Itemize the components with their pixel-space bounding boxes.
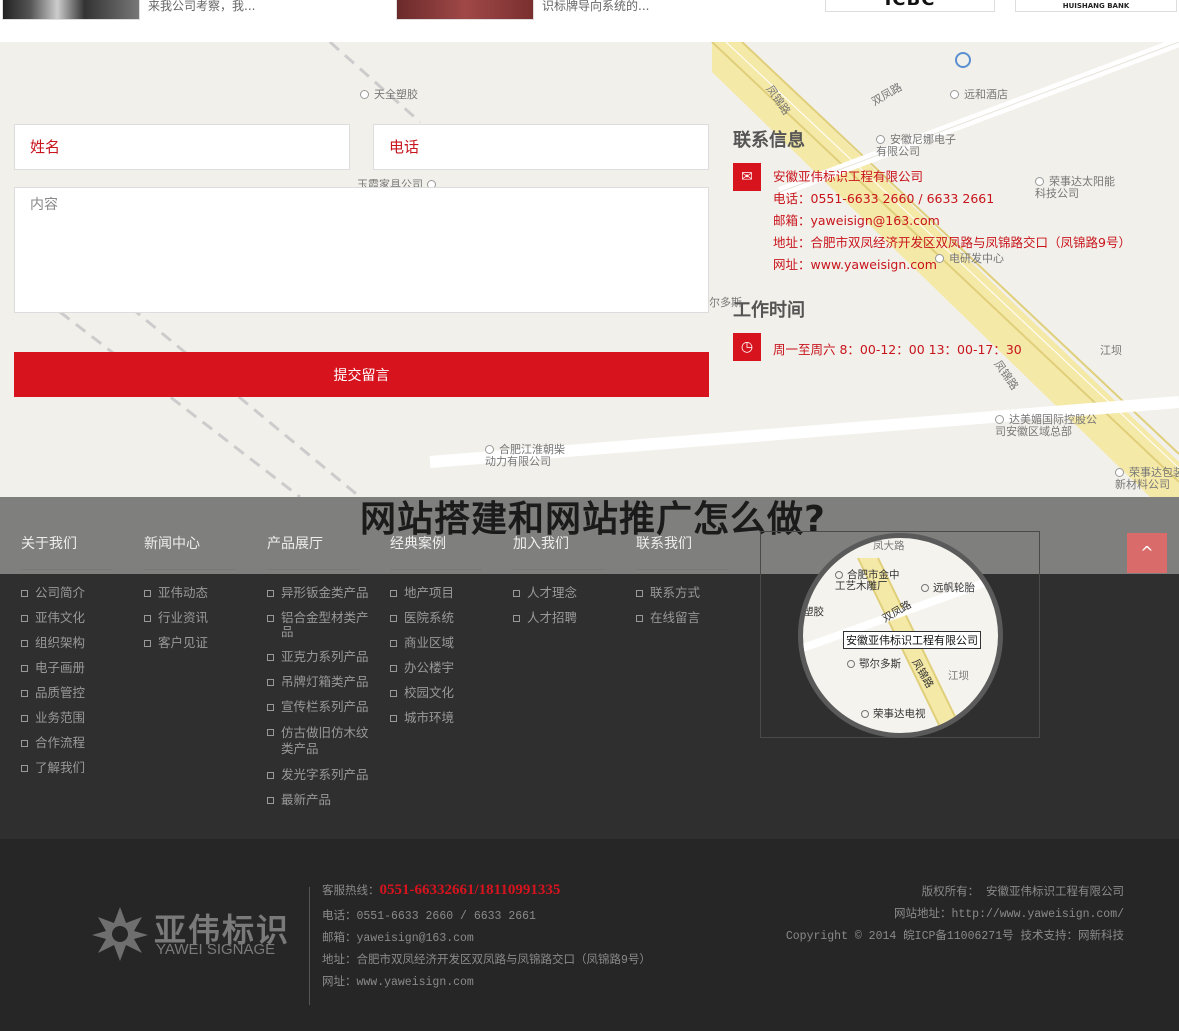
mini-map-label: 鄂尔多斯 bbox=[847, 656, 901, 671]
back-to-top-button[interactable]: ^ bbox=[1127, 533, 1167, 573]
footer-link[interactable]: 办公楼宇 bbox=[390, 661, 482, 675]
copyright-owner: 版权所有： 安徽亚伟标识工程有限公司 bbox=[921, 886, 1124, 899]
footer-link[interactable]: 电子画册 bbox=[21, 661, 113, 675]
map-poi-label: 江坝 bbox=[1100, 344, 1122, 357]
brand-name-en: YAWEI SIGNAGE bbox=[156, 941, 276, 958]
map-poi-label: 远和酒店 bbox=[950, 86, 1008, 102]
contact-info-title: 联系信息 bbox=[733, 130, 805, 151]
company-logo[interactable]: 亚伟标识 YAWEI SIGNAGE bbox=[92, 905, 292, 961]
contact-phone: 电话：0551-6633 2660 / 6633 2661 bbox=[773, 191, 995, 206]
work-hours: 周一至周六 8：00-12：00 13：00-17：30 bbox=[773, 342, 1022, 357]
icp-and-tech-support[interactable]: Copyright © 2014 皖ICP备11006271号 技术支持：网新科… bbox=[786, 927, 1124, 943]
case-thumbnail[interactable] bbox=[396, 0, 534, 20]
map-poi-label: 安徽尼娜电子有限公司 bbox=[876, 133, 956, 158]
footer-link[interactable]: 业务范围 bbox=[21, 711, 113, 725]
message-textarea[interactable] bbox=[14, 187, 709, 313]
map-poi-label: 达美媚国际控股公司安徽区域总部 bbox=[995, 413, 1097, 438]
hotline-number: 0551-66332661/18110991335 bbox=[379, 882, 561, 898]
mini-map-label: 江坝 bbox=[948, 670, 969, 682]
footer-link[interactable]: 地产项目 bbox=[390, 586, 482, 600]
footer-link[interactable]: 合作流程 bbox=[21, 736, 113, 750]
map-poi-label: 电研发中心 bbox=[935, 250, 1004, 266]
footer-link[interactable]: 行业资讯 bbox=[144, 611, 236, 625]
footer-col-contact: 联系我们 联系方式 在线留言 bbox=[636, 530, 728, 636]
footer-col-title[interactable]: 新闻中心 bbox=[144, 530, 236, 570]
footer-col-cases: 经典案例 地产项目 医院系统 商业区域 办公楼宇 校园文化 城市环境 bbox=[390, 530, 482, 736]
footer-link[interactable]: 人才理念 bbox=[513, 586, 605, 600]
mini-map-label: 远帆轮胎 bbox=[921, 580, 975, 595]
footer-col-news: 新闻中心 亚伟动态 行业资讯 客户见证 bbox=[144, 530, 236, 661]
footer-link[interactable]: 异形钣金类产品 bbox=[267, 586, 379, 600]
clock-icon: ◷ bbox=[733, 333, 761, 361]
mini-map-label: 塑胶 bbox=[803, 606, 824, 618]
footer-link[interactable]: 宣传栏系列产品 bbox=[267, 700, 379, 714]
footer-link[interactable]: 吊牌灯箱类产品 bbox=[267, 675, 379, 689]
footer-col-about: 关于我们 公司简介 亚伟文化 组织架构 电子画册 品质管控 业务范围 合作流程 … bbox=[21, 530, 113, 786]
contact-company: 安徽亚伟标识工程有限公司 bbox=[773, 169, 924, 184]
map-poi-label: 荣事达太阳能科技公司 bbox=[1035, 175, 1115, 200]
footer-link[interactable]: 仿古做旧仿木纹类产品 bbox=[267, 725, 379, 757]
case-snippet[interactable]: 来我公司考察，我... bbox=[148, 0, 255, 14]
mini-map-label: 荣事达电视 bbox=[861, 706, 926, 721]
footer-link[interactable]: 最新产品 bbox=[267, 793, 379, 807]
footer-link[interactable]: 商业区域 bbox=[390, 636, 482, 650]
footer-link[interactable]: 客户见证 bbox=[144, 636, 236, 650]
footer-divider bbox=[309, 887, 310, 1005]
site-url[interactable]: 网站地址：http://www.yaweisign.com/ bbox=[894, 905, 1124, 921]
mini-map-company-marker[interactable]: 安徽亚伟标识工程有限公司 bbox=[843, 631, 981, 649]
footer-link[interactable]: 亚伟动态 bbox=[144, 586, 236, 600]
contact-map-section: 天全塑胶 远和酒店 双凤路 凤锦路 安徽尼娜电子有限公司 荣事达太阳能科技公司 … bbox=[0, 42, 1179, 497]
footer-link[interactable]: 医院系统 bbox=[390, 611, 482, 625]
map-poi-label: 合肥江淮朝柴动力有限公司 bbox=[485, 443, 565, 468]
footer-link[interactable]: 亚克力系列产品 bbox=[267, 650, 379, 664]
contact-address: 地址：合肥市双凤经济开发区双凤路与凤锦路交口（凤锦路9号） bbox=[773, 235, 1131, 250]
footer-col-title[interactable]: 关于我们 bbox=[21, 530, 113, 570]
footer-address: 地址：合肥市双凤经济开发区双凤路与凤锦路交口（凤锦路9号） bbox=[322, 954, 651, 967]
footer-link[interactable]: 公司简介 bbox=[21, 586, 113, 600]
contact-email[interactable]: 邮箱：yaweisign@163.com bbox=[773, 210, 940, 229]
bottom-footer: 亚伟标识 YAWEI SIGNAGE 客服热线：0551-66332661/18… bbox=[0, 839, 1179, 1031]
case-thumbnail[interactable] bbox=[2, 0, 140, 20]
footer-link[interactable]: 人才招聘 bbox=[513, 611, 605, 625]
footer-col-products: 产品展厅 异形钣金类产品 铝合金型材类产品 亚克力系列产品 吊牌灯箱类产品 宣传… bbox=[267, 530, 379, 818]
footer-link[interactable]: 城市环境 bbox=[390, 711, 482, 725]
hotline: 客服热线：0551-66332661/18110991335 bbox=[322, 882, 561, 898]
footer-link[interactable]: 联系方式 bbox=[636, 586, 728, 600]
map-poi-label: 荣事达包装新材料公司 bbox=[1115, 466, 1179, 491]
footer-link[interactable]: 校园文化 bbox=[390, 686, 482, 700]
map-poi-label: 天全塑胶 bbox=[360, 86, 418, 102]
icbc-logo[interactable]: ICBC bbox=[825, 0, 995, 12]
mini-map[interactable]: 凤大路 合肥市金中工艺木雕厂 远帆轮胎 塑胶 双凤路 安徽亚伟标识工程有限公司 … bbox=[798, 533, 1003, 738]
article-headline: 网站搭建和网站推广怎么做? bbox=[360, 499, 826, 540]
contact-website[interactable]: 网址：www.yaweisign.com bbox=[773, 254, 937, 273]
footer-link[interactable]: 亚伟文化 bbox=[21, 611, 113, 625]
mini-map-label: 合肥市金中工艺木雕厂 bbox=[835, 569, 900, 592]
work-hours-title: 工作时间 bbox=[733, 300, 805, 321]
footer-website[interactable]: 网址：www.yaweisign.com bbox=[322, 973, 474, 989]
envelope-icon: ✉ bbox=[733, 163, 761, 191]
phone-input[interactable] bbox=[373, 124, 709, 170]
case-snippet[interactable]: 识标牌导向系统的... bbox=[542, 0, 649, 14]
footer-phone: 电话：0551-6633 2660 / 6633 2661 bbox=[322, 910, 536, 923]
huishang-bank-logo[interactable]: HUISHANG BANK bbox=[1015, 0, 1177, 12]
footer-col-join: 加入我们 人才理念 人才招聘 bbox=[513, 530, 605, 636]
footer-col-title[interactable]: 产品展厅 bbox=[267, 530, 359, 570]
submit-message-button[interactable]: 提交留言 bbox=[14, 352, 709, 397]
footer-link[interactable]: 发光字系列产品 bbox=[267, 768, 379, 782]
footer-email[interactable]: 邮箱：yaweisign@163.com bbox=[322, 929, 474, 945]
footer-link[interactable]: 铝合金型材类产品 bbox=[267, 611, 379, 639]
footer-link[interactable]: 了解我们 bbox=[21, 761, 113, 775]
logo-mark-icon bbox=[92, 907, 148, 961]
footer-link[interactable]: 品质管控 bbox=[21, 686, 113, 700]
name-input[interactable] bbox=[14, 124, 350, 170]
footer-link[interactable]: 在线留言 bbox=[636, 611, 728, 625]
footer-link[interactable]: 组织架构 bbox=[21, 636, 113, 650]
mini-map-label: 凤大路 bbox=[873, 540, 905, 552]
partner-strip: 来我公司考察，我... 识标牌导向系统的... ICBC HUISHANG BA… bbox=[0, 0, 1179, 42]
